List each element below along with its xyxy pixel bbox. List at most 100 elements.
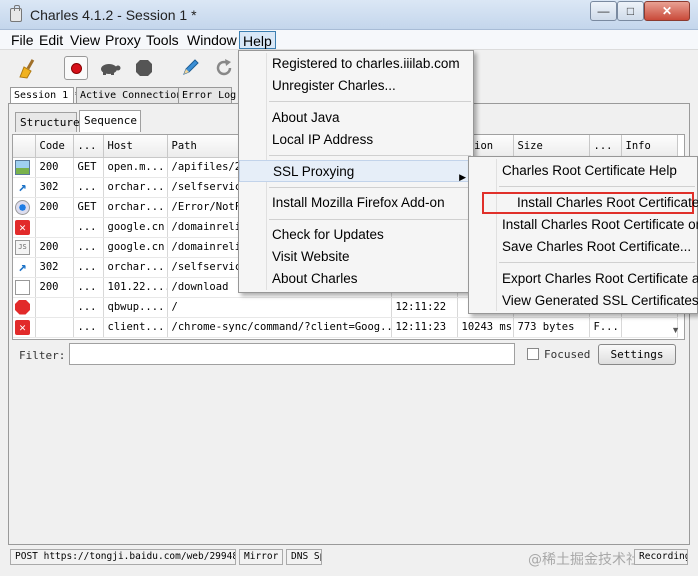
cell-method: ...	[73, 217, 104, 238]
tab-session-1[interactable]: Session 1 *	[10, 87, 80, 103]
cell-method: ...	[73, 237, 104, 258]
menu-proxy[interactable]: Proxy	[102, 31, 144, 49]
cell-start: 12:11:22	[391, 297, 458, 318]
blocked-icon	[15, 299, 30, 315]
menu-separator	[499, 262, 695, 263]
cell-method: GET	[73, 157, 104, 178]
error-icon: ✕	[15, 319, 30, 335]
menu-item-install-firefox-addon[interactable]: Install Mozilla Firefox Add-on	[239, 192, 473, 214]
menu-window[interactable]: Window	[184, 31, 240, 49]
cell-method: GET	[73, 197, 104, 218]
cell-code: 200	[35, 237, 74, 258]
charles-app-icon	[10, 5, 22, 22]
table-row[interactable]: ✕... client.../chrome-sync/command/?clien…	[13, 317, 678, 338]
row-icon-cell: ✕	[13, 217, 36, 238]
cell-code: 200	[35, 197, 74, 218]
maximize-button[interactable]: □	[617, 1, 644, 21]
ssl-proxying-submenu: Charles Root Certificate Help Install Ch…	[468, 156, 698, 314]
row-icon-cell: ✕	[13, 317, 36, 338]
menu-item-save-root-cert[interactable]: Save Charles Root Certificate...	[469, 236, 697, 258]
tab-error-log[interactable]: Error Log	[178, 87, 236, 103]
menu-item-root-cert-help[interactable]: Charles Root Certificate Help	[469, 160, 697, 182]
cell-code: 302	[35, 177, 74, 198]
tab-structure[interactable]: Structure	[15, 112, 80, 132]
menu-help[interactable]: Help	[239, 31, 276, 49]
menu-item-view-generated-certs[interactable]: View Generated SSL Certificates K	[469, 290, 698, 312]
menu-item-about-java[interactable]: About Java	[239, 107, 473, 129]
cell-code: 200	[35, 277, 74, 298]
document-icon	[15, 279, 30, 295]
focused-label: Focused	[544, 348, 591, 361]
row-icon-cell	[13, 277, 36, 298]
turtle-icon[interactable]	[98, 56, 122, 80]
column-header-method[interactable]: ...	[73, 135, 104, 158]
menu-separator	[269, 219, 471, 220]
menu-item-visit-website[interactable]: Visit Website	[239, 246, 473, 268]
cell-host: client...	[103, 317, 168, 338]
refresh-icon[interactable]	[212, 56, 236, 80]
close-button[interactable]: ✕	[644, 1, 690, 21]
column-header-icon[interactable]	[13, 135, 36, 158]
cell-method: ...	[73, 177, 104, 198]
cell-host: google.cn	[103, 237, 168, 258]
cell-host: qbwup....	[103, 297, 168, 318]
info-icon	[15, 199, 30, 215]
cell-path: /	[167, 297, 392, 318]
redirect-icon: ↗	[18, 178, 27, 195]
menu-item-local-ip[interactable]: Local IP Address	[239, 129, 473, 151]
js-icon: JS	[15, 239, 30, 255]
cell-code	[35, 297, 74, 318]
row-icon-cell: ↗	[13, 177, 36, 198]
focused-checkbox[interactable]	[527, 348, 539, 360]
dns-spoofing-toggle[interactable]: DNS Sp	[286, 549, 322, 565]
cell-method: ...	[73, 277, 104, 298]
cell-size: 773 bytes	[513, 317, 590, 338]
filter-label: Filter:	[19, 349, 66, 362]
column-header-host[interactable]: Host	[103, 135, 168, 158]
scroll-down-arrow-icon[interactable]: ▼	[671, 325, 680, 335]
menu-file[interactable]: File	[8, 31, 37, 49]
filter-input[interactable]	[69, 343, 515, 365]
settings-button[interactable]: Settings	[598, 344, 676, 365]
menu-item-ssl-proxying-label: SSL Proxying	[273, 164, 355, 179]
minimize-button[interactable]: —	[590, 1, 617, 21]
menu-item-install-root-cert-device[interactable]: Install Charles Root Certificate on	[469, 214, 698, 236]
menu-item-registered[interactable]: Registered to charles.iiilab.com	[239, 53, 473, 75]
cell-code: 200	[35, 157, 74, 178]
menu-item-export-root-cert[interactable]: Export Charles Root Certificate an	[469, 268, 698, 290]
tab-active-connections[interactable]: Active Connections	[76, 87, 188, 103]
menu-edit[interactable]: Edit	[36, 31, 66, 49]
recording-status: Recording	[634, 549, 688, 565]
menu-item-install-root-cert[interactable]: Install Charles Root Certificate	[482, 192, 698, 214]
mirror-toggle[interactable]: Mirror	[239, 549, 283, 565]
cell-host: orchar...	[103, 197, 168, 218]
column-header-size[interactable]: Size	[513, 135, 590, 158]
menu-bar: File Edit View Proxy Tools Window Help	[0, 30, 698, 50]
menu-tools[interactable]: Tools	[143, 31, 182, 49]
menu-item-about-charles[interactable]: About Charles	[239, 268, 473, 290]
menu-item-ssl-proxying[interactable]: SSL Proxying ▶	[239, 160, 473, 182]
window-title: Charles 4.1.2 - Session 1 *	[30, 7, 197, 23]
menu-item-check-updates[interactable]: Check for Updates	[239, 224, 473, 246]
cell-code	[35, 317, 74, 338]
stop-icon[interactable]	[132, 56, 156, 80]
cell-host: orchar...	[103, 257, 168, 278]
cell-host: 101.22....	[103, 277, 168, 298]
cell-path: /chrome-sync/command/?client=Goog...	[167, 317, 392, 338]
menu-separator	[499, 186, 695, 187]
record-icon[interactable]	[64, 56, 88, 80]
column-header-info[interactable]: Info	[621, 135, 678, 158]
column-header-code[interactable]: Code	[35, 135, 74, 158]
column-header-status[interactable]: ...	[589, 135, 622, 158]
redirect-icon: ↗	[18, 258, 27, 275]
menu-item-unregister[interactable]: Unregister Charles...	[239, 75, 473, 97]
status-bar: POST https://tongji.baidu.com/web/299485…	[0, 545, 698, 576]
cell-host: google.cn	[103, 217, 168, 238]
cell-duration: 10243 ms	[457, 317, 514, 338]
tab-sequence[interactable]: Sequence	[79, 110, 141, 132]
broom-icon[interactable]	[16, 56, 40, 80]
menu-view[interactable]: View	[67, 31, 103, 49]
error-icon: ✕	[15, 219, 30, 235]
pen-icon[interactable]	[178, 56, 202, 80]
cell-start: 12:11:23	[391, 317, 458, 338]
